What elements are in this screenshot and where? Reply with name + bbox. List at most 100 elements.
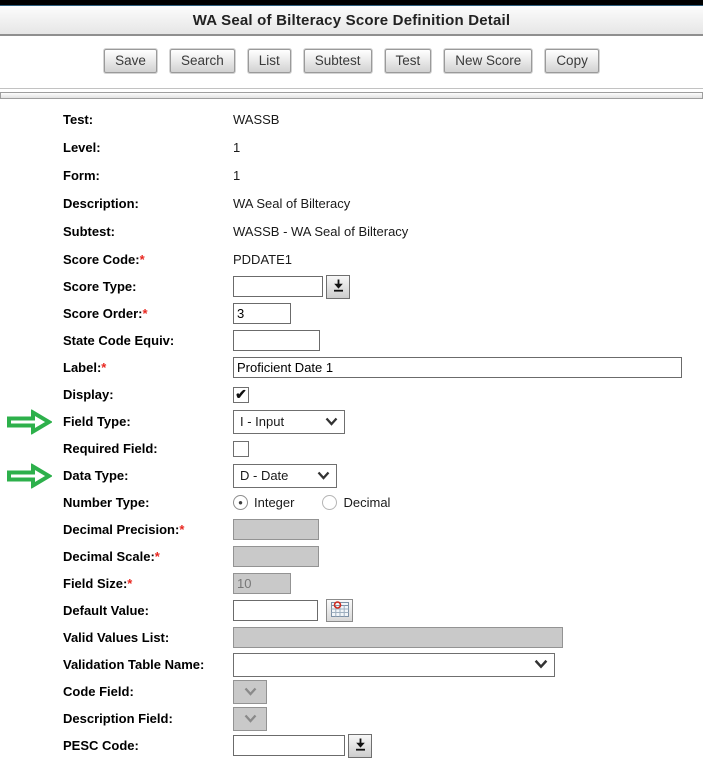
valid-values-list-label: Valid Values List:: [63, 630, 233, 645]
description-row: Description: WA Seal of Bilteracy: [0, 189, 703, 217]
decimal-scale-input: [233, 546, 319, 567]
field-size-row: Field Size:*: [0, 570, 703, 597]
data-type-label: Data Type:: [63, 468, 233, 483]
required-asterisk: *: [101, 360, 106, 375]
form-row: Form: 1: [0, 161, 703, 189]
form-label: Form:: [63, 168, 233, 183]
decimal-precision-row: Decimal Precision:*: [0, 516, 703, 543]
score-code-label: Score Code:*: [63, 252, 233, 267]
score-code-value: PDDATE1: [233, 252, 292, 267]
number-type-label: Number Type:: [63, 495, 233, 510]
level-value: 1: [233, 140, 240, 155]
pesc-code-row: PESC Code:: [0, 732, 703, 759]
decimal-precision-label: Decimal Precision:*: [63, 522, 233, 537]
pesc-code-input[interactable]: [233, 735, 345, 756]
code-field-row: Code Field:: [0, 678, 703, 705]
score-type-input[interactable]: [233, 276, 323, 297]
data-type-row: Data Type: D - Date: [0, 462, 703, 489]
test-button[interactable]: Test: [385, 49, 432, 73]
code-field-select: [233, 680, 267, 704]
label-row: Label:*: [0, 354, 703, 381]
integer-radio-label: Integer: [254, 495, 294, 510]
subtest-row: Subtest: WASSB - WA Seal of Bilteracy: [0, 217, 703, 245]
state-code-equiv-label: State Code Equiv:: [63, 333, 233, 348]
required-asterisk: *: [140, 252, 145, 267]
score-order-label: Score Order:*: [63, 306, 233, 321]
score-code-row: Score Code:* PDDATE1: [0, 245, 703, 273]
decimal-scale-row: Decimal Scale:*: [0, 543, 703, 570]
validation-table-name-row: Validation Table Name:: [0, 651, 703, 678]
chevron-down-icon: [244, 711, 257, 726]
score-order-row: Score Order:*: [0, 300, 703, 327]
divider-line: [0, 88, 703, 89]
description-value: WA Seal of Bilteracy: [233, 196, 350, 211]
test-row: Test: WASSB: [0, 105, 703, 133]
description-field-row: Description Field:: [0, 705, 703, 732]
field-type-row: Field Type: I - Input: [0, 408, 703, 435]
page-header: WA Seal of Bilteracy Score Definition De…: [0, 6, 703, 36]
calendar-button[interactable]: [326, 599, 353, 622]
subtest-button[interactable]: Subtest: [304, 49, 372, 73]
display-checkbox[interactable]: ✔: [233, 387, 249, 403]
subtest-label: Subtest:: [63, 224, 233, 239]
decimal-radio[interactable]: [322, 495, 337, 510]
state-code-equiv-input[interactable]: [233, 330, 320, 351]
divider-groove: [0, 92, 703, 99]
required-field-checkbox[interactable]: [233, 441, 249, 457]
label-input[interactable]: [233, 357, 682, 378]
validation-table-name-label: Validation Table Name:: [63, 657, 233, 672]
field-type-label: Field Type:: [63, 414, 233, 429]
code-field-label: Code Field:: [63, 684, 233, 699]
default-value-row: Default Value:: [0, 597, 703, 624]
checkmark-icon: ✔: [235, 387, 247, 401]
subtest-value: WASSB - WA Seal of Bilteracy: [233, 224, 408, 239]
calendar-icon: [331, 601, 349, 620]
default-value-input[interactable]: [233, 600, 318, 621]
required-asterisk: *: [127, 576, 132, 591]
required-asterisk: *: [142, 306, 147, 321]
field-type-select[interactable]: I - Input: [233, 410, 345, 434]
default-value-label: Default Value:: [63, 603, 233, 618]
score-order-input[interactable]: [233, 303, 291, 324]
field-size-input: [233, 573, 291, 594]
green-arrow-icon: [6, 463, 52, 488]
down-arrow-to-bar-icon: [355, 738, 366, 754]
test-value: WASSB: [233, 112, 279, 127]
pesc-code-dropdown-button[interactable]: [348, 734, 372, 758]
chevron-down-icon: [534, 657, 548, 672]
required-field-row: Required Field:: [0, 435, 703, 462]
level-row: Level: 1: [0, 133, 703, 161]
decimal-radio-label: Decimal: [343, 495, 390, 510]
list-button[interactable]: List: [248, 49, 291, 73]
chevron-down-icon: [325, 414, 338, 429]
down-arrow-to-bar-icon: [333, 279, 344, 295]
integer-radio[interactable]: ●: [233, 495, 248, 510]
decimal-scale-label: Decimal Scale:*: [63, 549, 233, 564]
chevron-down-icon: [244, 684, 257, 699]
data-type-select[interactable]: D - Date: [233, 464, 337, 488]
search-button[interactable]: Search: [170, 49, 235, 73]
description-field-select: [233, 707, 267, 731]
description-label: Description:: [63, 196, 233, 211]
radio-dot: ●: [238, 499, 243, 507]
new-score-button[interactable]: New Score: [444, 49, 532, 73]
score-type-label: Score Type:: [63, 279, 233, 294]
state-code-equiv-row: State Code Equiv:: [0, 327, 703, 354]
valid-values-list-input: [233, 627, 563, 648]
test-label: Test:: [63, 112, 233, 127]
save-button[interactable]: Save: [104, 49, 157, 73]
display-row: Display: ✔: [0, 381, 703, 408]
required-field-label: Required Field:: [63, 441, 233, 456]
number-type-row: Number Type: ● Integer Decimal: [0, 489, 703, 516]
score-type-row: Score Type:: [0, 273, 703, 300]
validation-table-name-select[interactable]: [233, 653, 555, 677]
required-asterisk: *: [179, 522, 184, 537]
required-asterisk: *: [155, 549, 160, 564]
score-type-dropdown-button[interactable]: [326, 275, 350, 299]
form-value: 1: [233, 168, 240, 183]
decimal-precision-input: [233, 519, 319, 540]
copy-button[interactable]: Copy: [545, 49, 599, 73]
label-label: Label:*: [63, 360, 233, 375]
pesc-code-label: PESC Code:: [63, 738, 233, 753]
toolbar: Save Search List Subtest Test New Score …: [0, 49, 703, 73]
